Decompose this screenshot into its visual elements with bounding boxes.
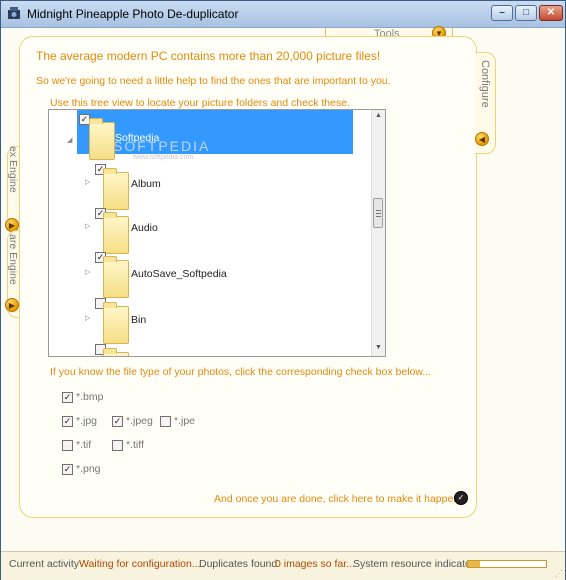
checkbox[interactable]: ✓ — [62, 464, 73, 475]
tree-node[interactable]: ▷ Bin — [49, 298, 349, 344]
tree-node-label: Audio — [131, 222, 158, 234]
checkbox[interactable]: ✓ — [62, 392, 73, 403]
folder-icon — [103, 168, 129, 210]
status-bar: Current activity Waiting for configurati… — [1, 551, 565, 580]
client-area: Tools ▼ ex Engine ▶ are Engine ▶ The ave… — [5, 26, 559, 548]
checkbox[interactable] — [112, 440, 123, 451]
tree-scrollbar[interactable]: ▲ ▼ — [371, 110, 385, 356]
app-icon — [8, 7, 20, 19]
checkbox[interactable]: ✓ — [62, 416, 73, 427]
folder-icon — [89, 118, 115, 160]
folder-icon — [103, 256, 129, 298]
tab-configure-label: Configure — [479, 60, 491, 108]
resource-meter — [467, 560, 547, 568]
scroll-thumb[interactable] — [373, 198, 383, 228]
folder-icon — [103, 348, 129, 356]
chevron-left-icon[interactable]: ◀ — [475, 132, 489, 146]
resource-meter-fill — [468, 561, 480, 567]
chevron-right-icon[interactable]: ▶ — [5, 298, 19, 312]
tab-compare-engine-label: are Engine — [7, 234, 19, 285]
scroll-down-icon[interactable]: ▼ — [375, 344, 382, 351]
tree-node[interactable]: ◢ ✓ Softpedia — [49, 110, 349, 160]
watermark-url: www.softpedia.com — [133, 154, 194, 161]
expand-icon[interactable]: ▷ — [85, 178, 90, 186]
intro-headline: The average modern PC contains more than… — [36, 49, 381, 63]
filetype-hint: If you know the file type of your photos… — [50, 366, 432, 378]
app-window: Midnight Pineapple Photo De-duplicator –… — [0, 0, 566, 580]
filetype-label: *.jpe — [174, 415, 196, 427]
resize-grip-icon[interactable]: ⋰ — [555, 569, 563, 578]
checkbox[interactable] — [62, 440, 73, 451]
filetype-label: *.png — [76, 463, 101, 475]
expand-icon[interactable]: ◢ — [67, 136, 72, 144]
filetype-label: *.jpeg — [126, 415, 153, 427]
folder-tree[interactable]: SOFTPEDIA www.softpedia.com ◢ ✓ Softpedi… — [48, 109, 386, 357]
tree-node-label: Album — [131, 178, 161, 190]
window-title: Midnight Pineapple Photo De-duplicator — [27, 7, 239, 21]
tree-node-label: Bin — [131, 314, 147, 326]
expand-icon[interactable]: ▷ — [85, 314, 90, 322]
tab-index-engine-label: ex Engine — [7, 146, 19, 193]
activity-label: Current activity — [9, 558, 80, 570]
expand-icon[interactable]: ▷ — [85, 268, 90, 276]
filetype-label: *.tif — [76, 439, 92, 451]
resource-label: System resource indicator — [353, 558, 475, 570]
scroll-up-icon[interactable]: ▲ — [375, 112, 382, 119]
filetype-label: *.bmp — [76, 391, 104, 403]
configure-panel: The average modern PC contains more than… — [19, 36, 477, 518]
minimize-button[interactable]: – — [491, 5, 513, 21]
duplicates-value: 0 images so far... — [275, 558, 355, 570]
filetype-label: *.jpg — [76, 415, 98, 427]
title-bar: Midnight Pineapple Photo De-duplicator –… — [1, 1, 565, 28]
folder-icon — [103, 302, 129, 344]
checkbox[interactable]: ✓ — [112, 416, 123, 427]
tree-node-label: AutoSave_Softpedia — [131, 268, 227, 280]
folder-icon — [103, 212, 129, 254]
maximize-button[interactable]: □ — [515, 5, 537, 21]
tree-node[interactable]: ▷ ✓ Album — [49, 164, 349, 210]
start-button[interactable]: ✓ — [454, 491, 468, 505]
tree-node[interactable]: ▷ ✓ AutoSave_Softpedia — [49, 252, 349, 298]
activity-value: Waiting for configuration... — [79, 558, 201, 570]
expand-icon[interactable]: ▷ — [85, 222, 90, 230]
tree-node[interactable]: ▷ ✓ Audio — [49, 208, 349, 254]
filetype-label: *.tiff — [126, 439, 144, 451]
tree-node-label: Softpedia — [115, 132, 160, 144]
tree-node[interactable] — [49, 344, 349, 356]
tree-instruction: Use this tree view to locate your pictur… — [50, 97, 350, 109]
intro-subline: So we're going to need a little help to … — [36, 75, 391, 87]
duplicates-label: Duplicates found — [199, 558, 278, 570]
close-button[interactable]: ✕ — [539, 5, 563, 21]
checkbox[interactable] — [160, 416, 171, 427]
start-prompt: And once you are done, click here to mak… — [214, 493, 460, 505]
